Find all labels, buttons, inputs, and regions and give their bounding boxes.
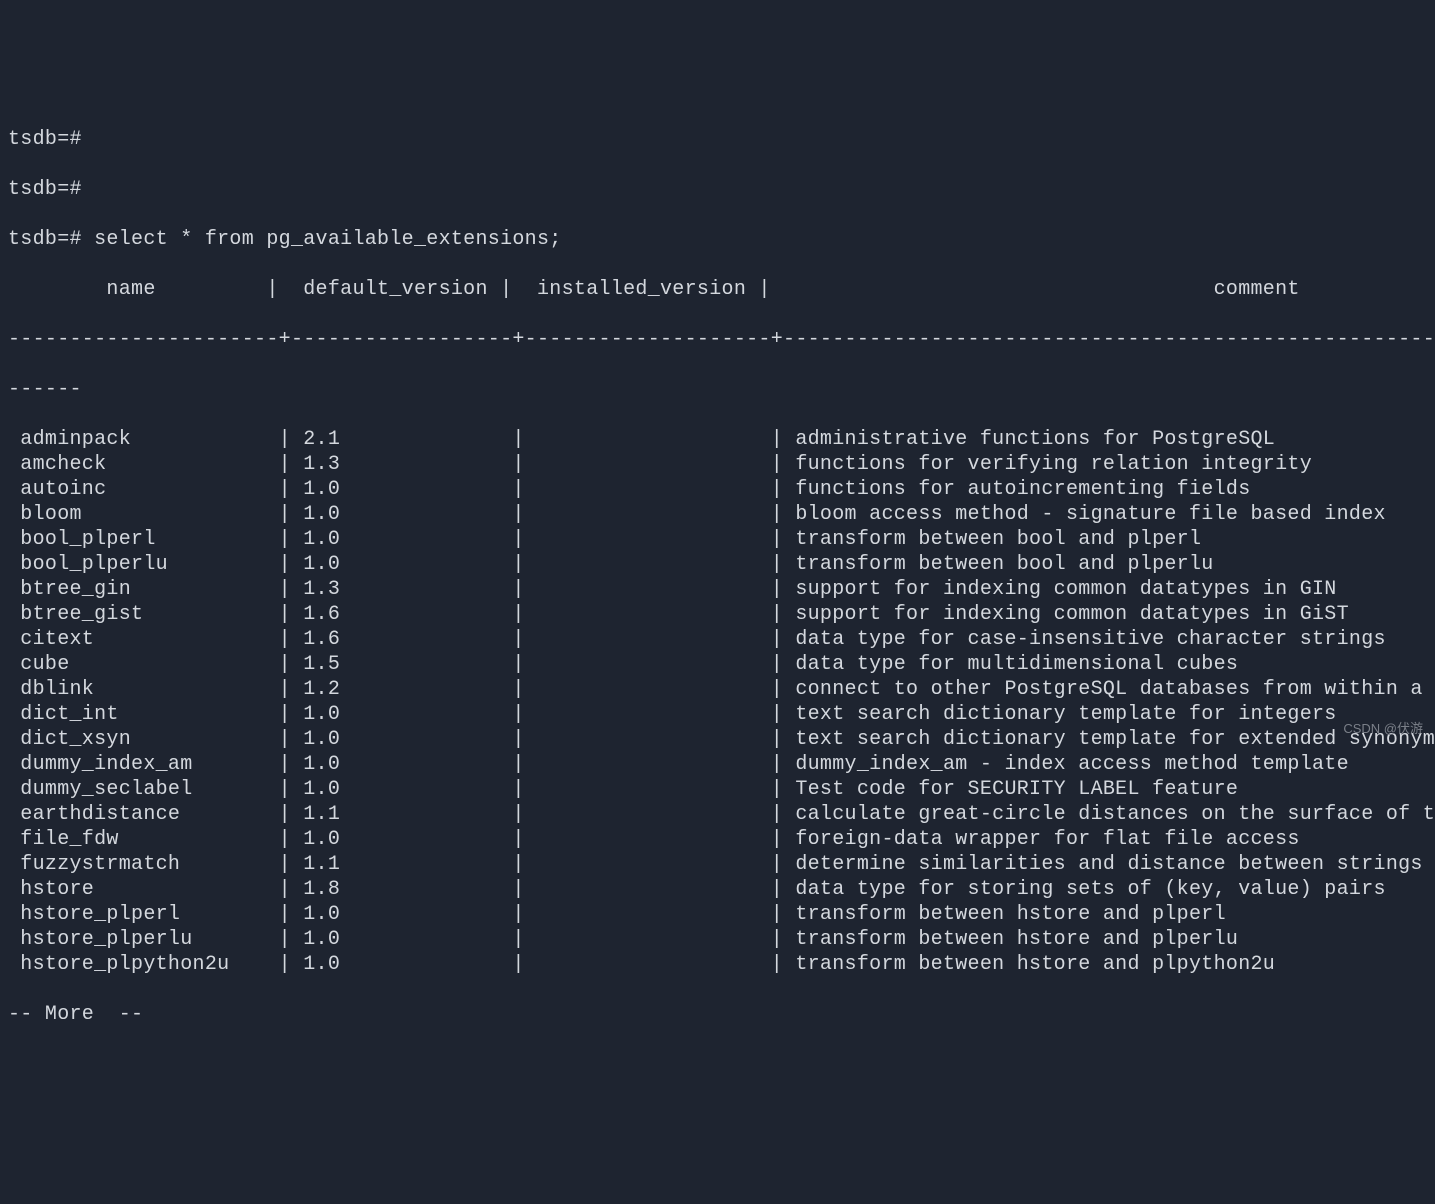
watermark-text: CSDN @伏游 bbox=[1343, 721, 1423, 737]
pager-more-prompt[interactable]: -- More -- bbox=[8, 1002, 1427, 1027]
table-row: dummy_seclabel | 1.0 | | Test code for S… bbox=[8, 777, 1427, 802]
table-row: bool_plperlu | 1.0 | | transform between… bbox=[8, 552, 1427, 577]
table-row: bloom | 1.0 | | bloom access method - si… bbox=[8, 502, 1427, 527]
table-row: hstore_plpython2u | 1.0 | | transform be… bbox=[8, 952, 1427, 977]
table-row: earthdistance | 1.1 | | calculate great-… bbox=[8, 802, 1427, 827]
table-row: btree_gin | 1.3 | | support for indexing… bbox=[8, 577, 1427, 602]
table-row: file_fdw | 1.0 | | foreign-data wrapper … bbox=[8, 827, 1427, 852]
table-row: dblink | 1.2 | | connect to other Postgr… bbox=[8, 677, 1427, 702]
table-row: btree_gist | 1.6 | | support for indexin… bbox=[8, 602, 1427, 627]
table-row: cube | 1.5 | | data type for multidimens… bbox=[8, 652, 1427, 677]
table-separator: ----------------------+-----------------… bbox=[8, 327, 1427, 352]
table-row: hstore_plperlu | 1.0 | | transform betwe… bbox=[8, 927, 1427, 952]
table-header-row: name | default_version | installed_versi… bbox=[8, 277, 1427, 302]
sql-query-line: tsdb=# select * from pg_available_extens… bbox=[8, 227, 1427, 252]
table-row: hstore_plperl | 1.0 | | transform betwee… bbox=[8, 902, 1427, 927]
terminal-window[interactable]: tsdb=# tsdb=# tsdb=# select * from pg_av… bbox=[8, 102, 1427, 1052]
prompt-line: tsdb=# bbox=[8, 127, 1427, 152]
table-row: dummy_index_am | 1.0 | | dummy_index_am … bbox=[8, 752, 1427, 777]
prompt-line: tsdb=# bbox=[8, 177, 1427, 202]
table-row: citext | 1.6 | | data type for case-inse… bbox=[8, 627, 1427, 652]
table-row: autoinc | 1.0 | | functions for autoincr… bbox=[8, 477, 1427, 502]
table-separator: ------ bbox=[8, 377, 1427, 402]
table-row: hstore | 1.8 | | data type for storing s… bbox=[8, 877, 1427, 902]
table-row: dict_int | 1.0 | | text search dictionar… bbox=[8, 702, 1427, 727]
table-row: bool_plperl | 1.0 | | transform between … bbox=[8, 527, 1427, 552]
table-row: fuzzystrmatch | 1.1 | | determine simila… bbox=[8, 852, 1427, 877]
table-row: dict_xsyn | 1.0 | | text search dictiona… bbox=[8, 727, 1427, 752]
table-row: amcheck | 1.3 | | functions for verifyin… bbox=[8, 452, 1427, 477]
table-row: adminpack | 2.1 | | administrative funct… bbox=[8, 427, 1427, 452]
